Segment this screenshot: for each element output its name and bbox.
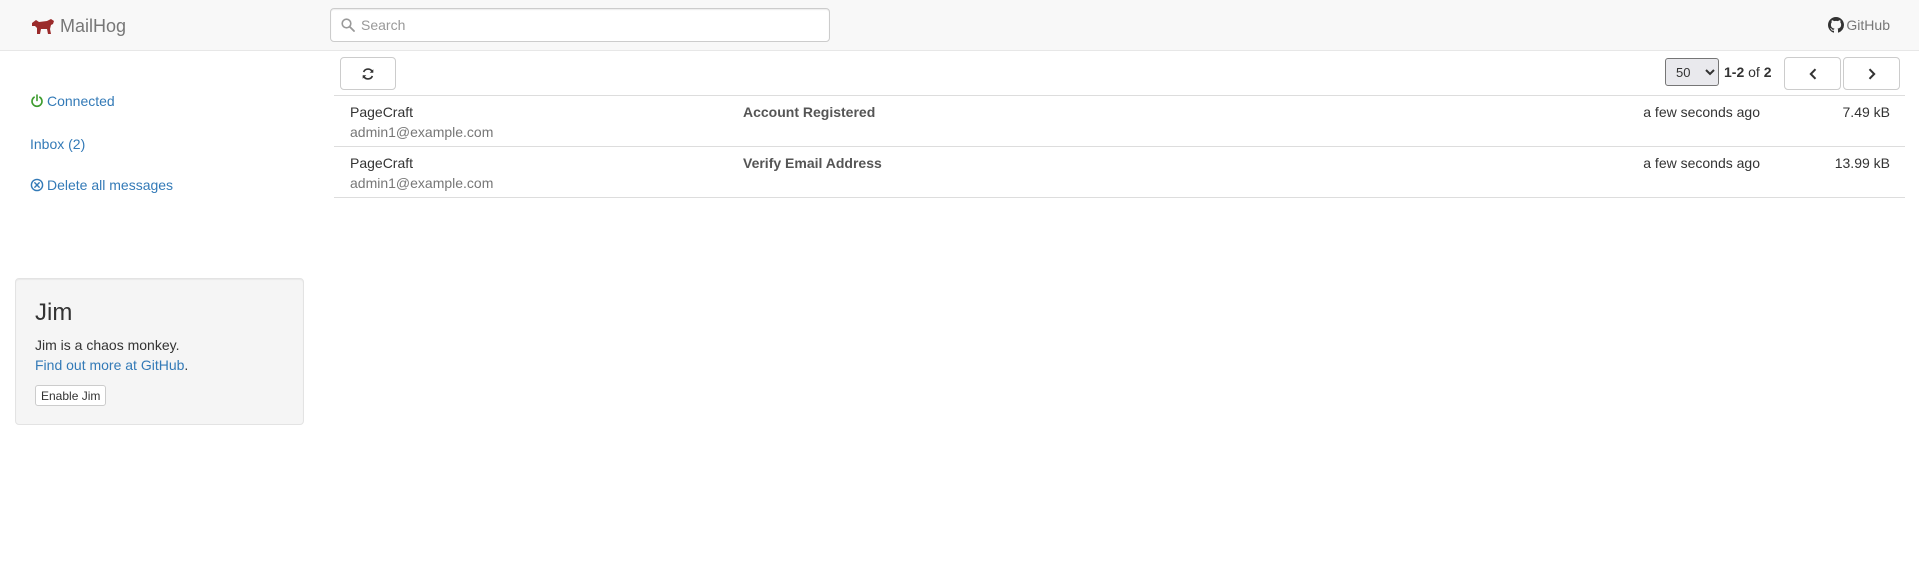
message-from-name: PageCraft [350,104,414,120]
power-icon [31,94,43,108]
page-of-text: of [1748,64,1760,80]
sidebar-item-inbox[interactable]: Inbox (2) [30,136,85,152]
jim-panel: Jim Jim is a chaos monkey. Find out more… [15,278,304,425]
search-input[interactable] [361,9,826,41]
message-list: PageCraft admin1@example.com Account Reg… [334,95,1905,198]
page-total: 2 [1763,64,1772,80]
jim-title: Jim [35,299,73,326]
github-icon [1828,17,1845,33]
mailhog-logo-icon [32,19,54,34]
connected-status[interactable]: Connected [30,93,115,109]
github-link[interactable]: GitHub [1828,17,1890,33]
per-page-select[interactable]: 102550100250 [1665,58,1719,86]
jim-description: Jim is a chaos monkey. [35,337,180,353]
prev-page-button[interactable] [1784,57,1841,90]
message-size: 7.49 kB [1842,104,1890,120]
message-time: a few seconds ago [1643,104,1760,120]
message-subject: Verify Email Address [743,155,882,171]
chevron-right-icon [1868,68,1876,79]
jim-more-info: Find out more at GitHub. [35,357,188,373]
search-icon [341,18,355,32]
next-page-button[interactable] [1843,57,1900,90]
message-time: a few seconds ago [1643,155,1760,171]
jim-github-link[interactable]: Find out more at GitHub [35,357,184,373]
delete-all-label: Delete all messages [47,177,174,193]
refresh-button[interactable] [340,57,396,90]
refresh-icon [362,67,374,80]
message-from-email: admin1@example.com [350,175,494,191]
top-navbar: MailHog GitHub [0,0,1919,51]
inbox-label: Inbox (2) [30,136,86,152]
jim-link-suffix: . [184,357,189,373]
message-row[interactable]: PageCraft admin1@example.com Verify Emai… [334,147,1905,198]
circle-x-icon [30,178,44,192]
pagination-info: 1-2 of 2 [1724,64,1772,80]
search-box [330,8,830,42]
message-size: 13.99 kB [1834,155,1890,171]
brand-name: MailHog [60,15,127,36]
message-row[interactable]: PageCraft admin1@example.com Account Reg… [334,96,1905,147]
message-from-email: admin1@example.com [350,124,494,140]
message-from-name: PageCraft [350,155,414,171]
delete-all-messages-link[interactable]: Delete all messages [30,177,173,193]
message-subject: Account Registered [743,104,876,120]
connected-label: Connected [47,93,115,109]
enable-jim-button[interactable]: Enable Jim [35,385,107,406]
chevron-left-icon [1808,68,1816,79]
page-range: 1-2 [1724,64,1745,80]
github-label: GitHub [1846,17,1890,33]
brand-link[interactable]: MailHog [30,15,126,37]
